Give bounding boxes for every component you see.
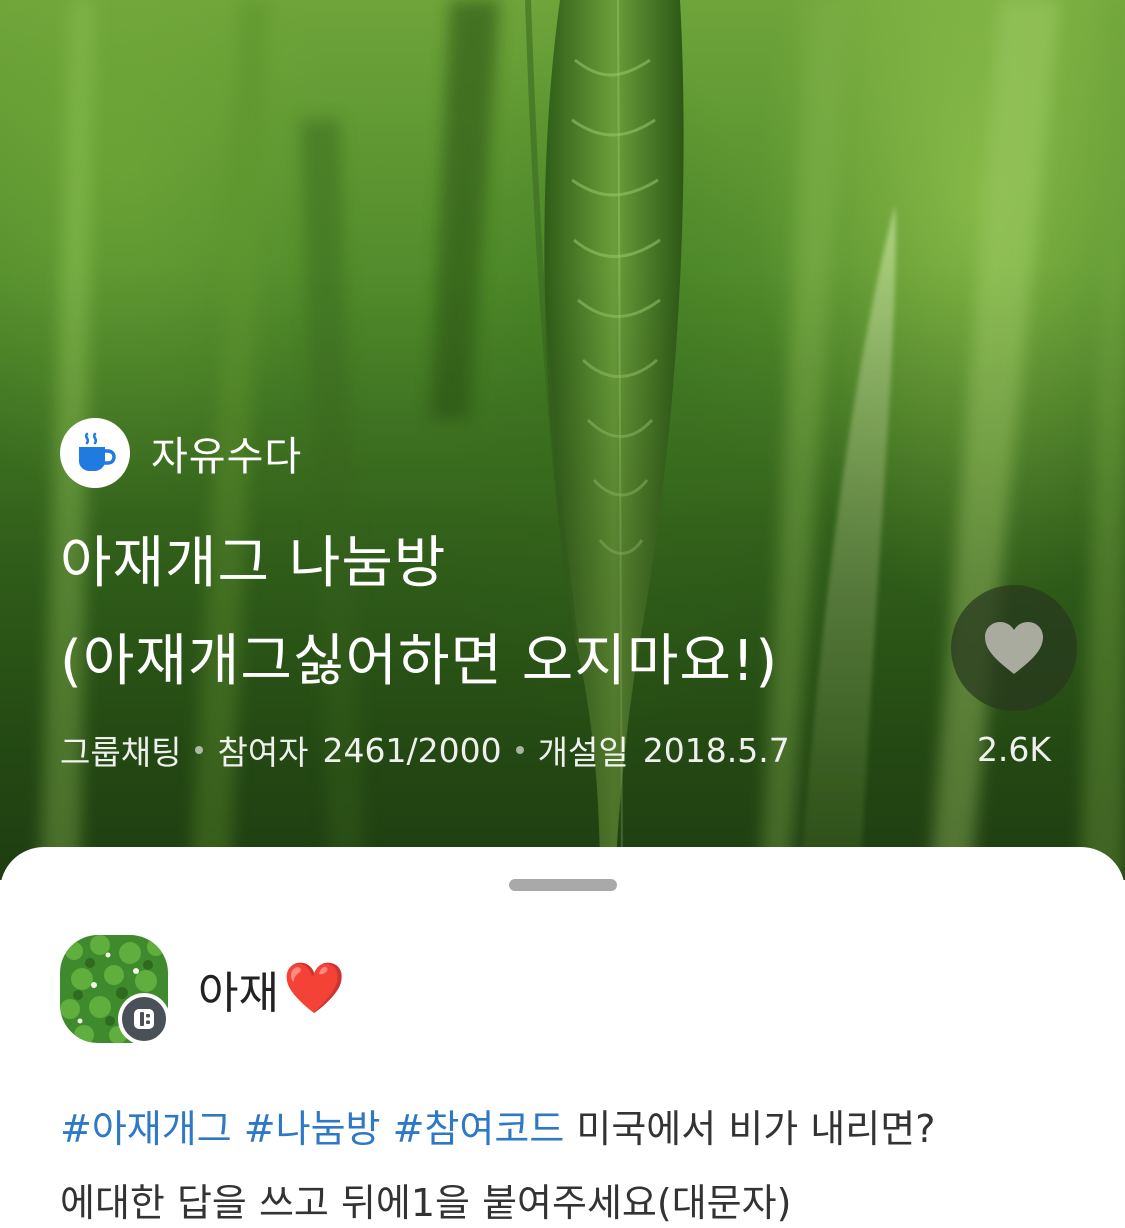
chat-type: 그룹채팅	[60, 733, 182, 772]
host-name: 아재 ❤️	[198, 957, 345, 1021]
like-button[interactable]	[951, 585, 1077, 711]
category: 자유수다	[60, 417, 302, 489]
description-line-1: #아재개그 #나눔방 #참여코드 미국에서 비가 내리면?	[60, 1092, 1070, 1166]
host-name-text: 아재	[198, 967, 279, 1019]
coffee-cup-icon	[60, 418, 130, 488]
room-description: #아재개그 #나눔방 #참여코드 미국에서 비가 내리면? 에대한 답을 쓰고 …	[60, 1092, 1070, 1228]
participants-label: 참여자	[217, 733, 309, 772]
separator-dot	[515, 746, 524, 754]
info-sheet: 아재 ❤️ #아재개그 #나눔방 #참여코드 미국에서 비가 내리면? 에대한 …	[0, 847, 1125, 1228]
participants-count: 2461/2000	[322, 730, 502, 770]
room-meta: 그룹채팅 참여자 2461/2000 개설일 2018.5.7	[60, 727, 790, 773]
host-badge-icon	[118, 992, 170, 1045]
red-heart-emoji: ❤️	[282, 959, 346, 1017]
room-title: 아재개그 나눔방 (아재개그싫어하면 오지마요!)	[60, 515, 920, 711]
description-text: 미국에서 비가 내리면?	[576, 1107, 936, 1151]
category-label: 자유수다	[151, 434, 303, 480]
room-title-line-1: 아재개그 나눔방	[60, 531, 447, 596]
opened-date: 2018.5.7	[642, 730, 790, 770]
cover-image: 자유수다 아재개그 나눔방 (아재개그싫어하면 오지마요!) 그룹채팅 참여자 …	[0, 0, 1125, 880]
heart-icon	[985, 622, 1043, 674]
host-profile[interactable]: 아재 ❤️	[60, 931, 345, 1046]
hashtag[interactable]: #참여코드	[393, 1107, 565, 1151]
hashtag[interactable]: #나눔방	[244, 1107, 381, 1151]
description-line-2: 에대한 답을 쓰고 뒤에1을 붙여주세요(대문자)	[60, 1181, 792, 1225]
hashtag[interactable]: #아재개그	[60, 1107, 232, 1151]
opened-label: 개설일	[537, 733, 629, 772]
room-title-line-2: (아재개그싫어하면 오지마요!)	[60, 629, 779, 694]
open-chat-room-profile: 자유수다 아재개그 나눔방 (아재개그싫어하면 오지마요!) 그룹채팅 참여자 …	[0, 0, 1125, 1228]
separator-dot	[195, 746, 204, 754]
like-count: 2.6K	[976, 730, 1052, 769]
sheet-drag-handle[interactable]	[509, 879, 617, 891]
avatar[interactable]	[60, 934, 170, 1045]
